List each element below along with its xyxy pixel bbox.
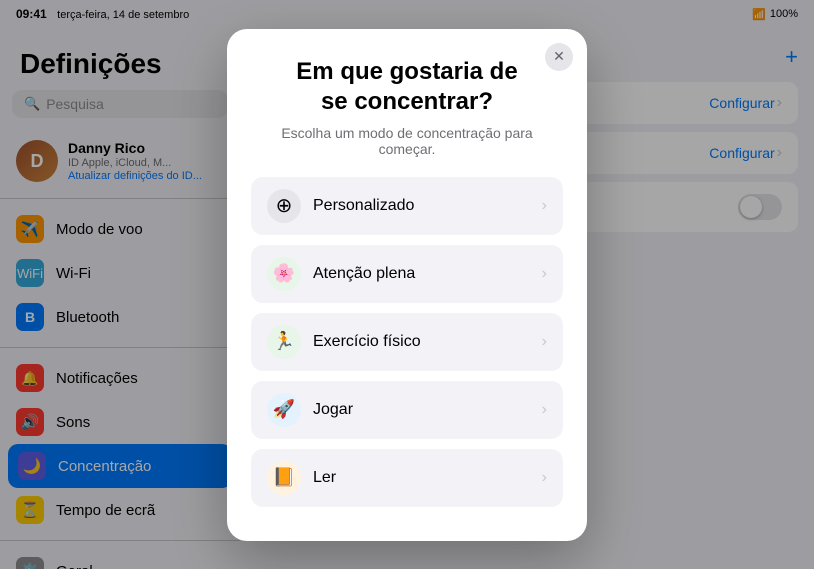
exercicio-icon: 🏃	[267, 325, 301, 359]
ler-icon: 📙	[267, 461, 301, 495]
modal-option-personalizado[interactable]: ⊕ Personalizado ›	[251, 177, 563, 235]
jogar-icon: 🚀	[267, 393, 301, 427]
modal-option-jogar[interactable]: 🚀 Jogar ›	[251, 381, 563, 439]
modal-overlay[interactable]: ✕ Em que gostaria dese concentrar? Escol…	[0, 0, 814, 569]
option-chevron-jogar: ›	[542, 401, 547, 419]
modal-option-left-ler: 📙 Ler	[267, 461, 336, 495]
option-chevron-ler: ›	[542, 469, 547, 487]
modal-option-left-exercicio: 🏃 Exercício físico	[267, 325, 421, 359]
option-label-exercicio: Exercício físico	[313, 333, 421, 351]
atencao-plena-icon: 🌸	[267, 257, 301, 291]
modal-subtitle: Escolha um modo de concentração para com…	[251, 125, 563, 157]
option-chevron-exercicio: ›	[542, 333, 547, 351]
option-chevron-personalizado: ›	[542, 197, 547, 215]
modal-option-atencao-plena[interactable]: 🌸 Atenção plena ›	[251, 245, 563, 303]
option-label-ler: Ler	[313, 469, 336, 487]
modal-option-ler[interactable]: 📙 Ler ›	[251, 449, 563, 507]
option-chevron-atencao: ›	[542, 265, 547, 283]
option-label-jogar: Jogar	[313, 401, 353, 419]
modal-close-button[interactable]: ✕	[545, 43, 573, 71]
modal-option-exercicio[interactable]: 🏃 Exercício físico ›	[251, 313, 563, 371]
option-label-atencao-plena: Atenção plena	[313, 265, 415, 283]
personalizado-icon: ⊕	[267, 189, 301, 223]
modal-option-left-atencao: 🌸 Atenção plena	[267, 257, 415, 291]
modal-title: Em que gostaria dese concentrar?	[251, 57, 563, 117]
modal-option-left-jogar: 🚀 Jogar	[267, 393, 353, 427]
modal-dialog: ✕ Em que gostaria dese concentrar? Escol…	[227, 29, 587, 541]
modal-option-left-personalizado: ⊕ Personalizado	[267, 189, 414, 223]
option-label-personalizado: Personalizado	[313, 197, 414, 215]
